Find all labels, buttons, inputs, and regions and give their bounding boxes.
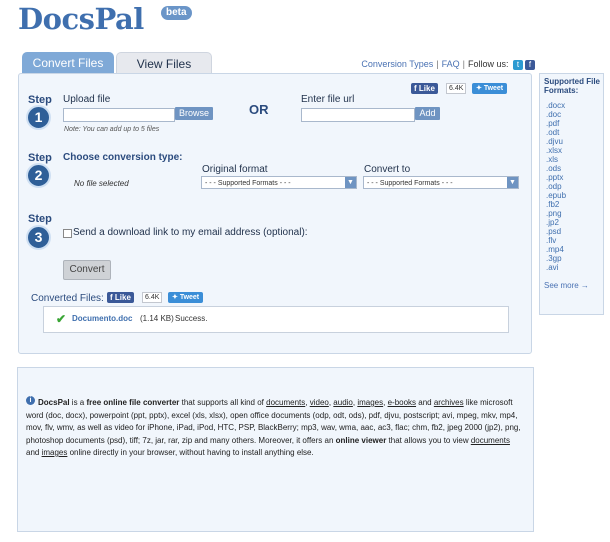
format-link[interactable]: .avi [546, 263, 558, 272]
beta-badge: beta [161, 6, 192, 20]
audio-link[interactable]: audio [333, 398, 353, 407]
ebooks-link[interactable]: e-books [388, 398, 416, 407]
archives-link[interactable]: archives [434, 398, 464, 407]
separator: | [436, 59, 439, 69]
upload-file-input[interactable] [63, 108, 175, 122]
converted-file-status: Success. [175, 314, 208, 323]
format-link[interactable]: .png [546, 209, 562, 218]
browse-button[interactable]: Browse [175, 107, 213, 120]
add-url-button[interactable]: Add [415, 107, 440, 120]
tab-convert-files[interactable]: Convert Files [22, 52, 114, 74]
conversion-type-title: Choose conversion type: [63, 152, 183, 163]
format-link[interactable]: .xlsx [546, 146, 562, 155]
separator: | [462, 59, 465, 69]
info-text-part: is a [69, 398, 87, 407]
step-number-1: 1 [26, 105, 51, 130]
supported-formats-title: Supported File Formats: [544, 77, 600, 95]
converted-file-size: (1.14 KB) [140, 314, 174, 323]
format-link[interactable]: .flv [546, 236, 556, 245]
conversion-types-link[interactable]: Conversion Types [361, 59, 433, 69]
or-divider: OR [249, 102, 269, 117]
email-option-label: Send a download link to my email address… [73, 227, 308, 238]
bird-icon: ✦ [476, 85, 484, 92]
see-more-link[interactable]: See more → [544, 281, 589, 290]
like-label: Like [418, 84, 435, 93]
chevron-down-icon: ▼ [345, 177, 356, 188]
format-link[interactable]: .pptx [546, 173, 563, 182]
format-link[interactable]: .fb2 [546, 200, 559, 209]
tweet-label: Tweet [179, 294, 200, 301]
convert-to-select[interactable]: - - - Supported Formats - - - ▼ [363, 176, 519, 189]
format-link[interactable]: .psd [546, 227, 561, 236]
format-link[interactable]: .epub [546, 191, 566, 200]
checkmark-icon: ✔ [56, 312, 67, 326]
convert-button[interactable]: Convert [63, 260, 111, 280]
format-link[interactable]: .djvu [546, 137, 563, 146]
images-link[interactable]: images [42, 448, 68, 457]
converted-file-row: ✔ Documento.doc (1.14 KB) Success. [43, 306, 509, 333]
original-format-value: - - - Supported Formats - - - [205, 180, 291, 187]
convert-to-label: Convert to [364, 164, 411, 175]
site-logo[interactable]: DocsPal [18, 2, 144, 36]
step-number-3: 3 [26, 225, 51, 250]
info-text-part: that allows you to view [386, 435, 471, 445]
video-link[interactable]: video [310, 398, 329, 407]
format-link[interactable]: .odp [546, 182, 562, 191]
images-link[interactable]: images [357, 398, 383, 407]
format-link[interactable]: .doc [546, 110, 561, 119]
format-link[interactable]: .jp2 [546, 218, 559, 227]
upload-file-label: Upload file [63, 94, 111, 105]
convert-to-value: - - - Supported Formats - - - [367, 180, 453, 187]
file-url-input[interactable] [301, 108, 415, 122]
info-text: DocsPal is a free online file converter … [26, 397, 523, 460]
format-link[interactable]: .3gp [546, 254, 562, 263]
info-text-bold: online viewer [335, 435, 387, 445]
brand-mention: DocsPal [38, 398, 70, 407]
format-link[interactable]: .xls [546, 155, 558, 164]
tweet-button[interactable]: ✦ Tweet [472, 83, 508, 94]
step-label: Step [28, 213, 52, 225]
facebook-like-button[interactable]: f Like [107, 292, 134, 303]
info-text-part: that supports all kind of [179, 398, 267, 407]
converted-files-label: Converted Files: [31, 293, 104, 304]
format-link[interactable]: .docx [546, 101, 565, 110]
format-link[interactable]: .ods [546, 164, 561, 173]
faq-link[interactable]: FAQ [442, 59, 460, 69]
bird-icon: ✦ [172, 294, 180, 301]
info-text-part: and [416, 398, 434, 407]
supported-formats-sidebar: Supported File Formats: .docx .doc .pdf … [539, 73, 604, 315]
info-text-bold: free online file converter [86, 398, 180, 407]
file-url-label: Enter file url [301, 94, 355, 105]
info-text-part: online directly in your browser, without… [67, 448, 314, 457]
tab-view-files[interactable]: View Files [116, 52, 212, 75]
top-links: Conversion Types | FAQ | Follow us: tf [361, 59, 535, 70]
original-format-label: Original format [202, 164, 268, 175]
twitter-icon[interactable]: t [513, 59, 523, 70]
tweet-button[interactable]: ✦ Tweet [168, 292, 204, 303]
like-count: 6.4K [142, 292, 163, 303]
format-link[interactable]: .odt [546, 128, 559, 137]
no-file-selected: No file selected [74, 179, 129, 188]
info-text-part: and [26, 448, 42, 457]
like-count: 6.4K [446, 83, 467, 94]
original-format-select[interactable]: - - - Supported Formats - - - ▼ [201, 176, 357, 189]
format-link[interactable]: .pdf [546, 119, 559, 128]
upload-note: Note: You can add up to 5 files [64, 126, 160, 133]
facebook-icon[interactable]: f [525, 59, 535, 70]
email-checkbox[interactable] [63, 229, 72, 238]
step-number-2: 2 [26, 163, 51, 188]
documents-link[interactable]: documents [471, 436, 510, 445]
format-link[interactable]: .mp4 [546, 245, 564, 254]
tweet-label: Tweet [483, 85, 504, 92]
follow-us-label: Follow us: [467, 59, 509, 69]
chevron-down-icon: ▼ [507, 177, 518, 188]
documents-link[interactable]: documents [266, 398, 305, 407]
facebook-like-button[interactable]: f Like [411, 83, 438, 94]
like-label: Like [114, 293, 131, 302]
converted-file-link[interactable]: Documento.doc [72, 314, 132, 323]
